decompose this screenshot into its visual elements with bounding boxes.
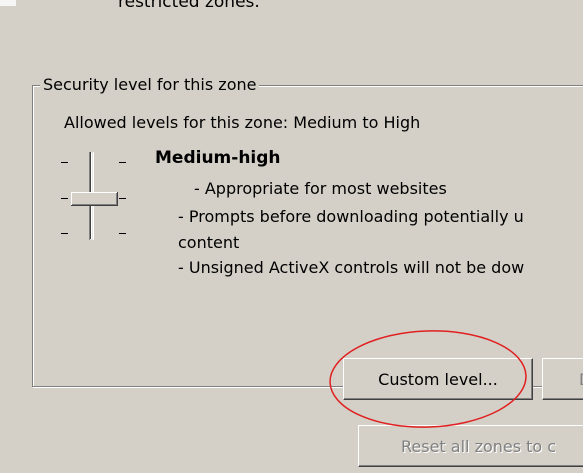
custom-level-button[interactable]: Custom level... [343,358,533,400]
header-text: restricted zones. [118,0,260,12]
security-level-legend: Security level for this zone [40,75,260,94]
level-description-line: - Unsigned ActiveX controls will not be … [178,258,525,277]
level-description-line: - Prompts before downloading potentially… [178,207,524,226]
level-description-line: - Appropriate for most websites [194,179,447,198]
security-level-slider[interactable] [58,150,128,242]
default-level-button[interactable]: D [542,358,583,400]
security-level-title: Medium-high [155,148,281,168]
level-description-line: content [178,233,240,252]
slider-thumb [71,192,118,206]
reset-all-zones-button[interactable]: Reset all zones to c [358,425,583,467]
allowed-levels-label: Allowed levels for this zone: Medium to … [64,113,421,132]
window-edge [0,0,16,6]
